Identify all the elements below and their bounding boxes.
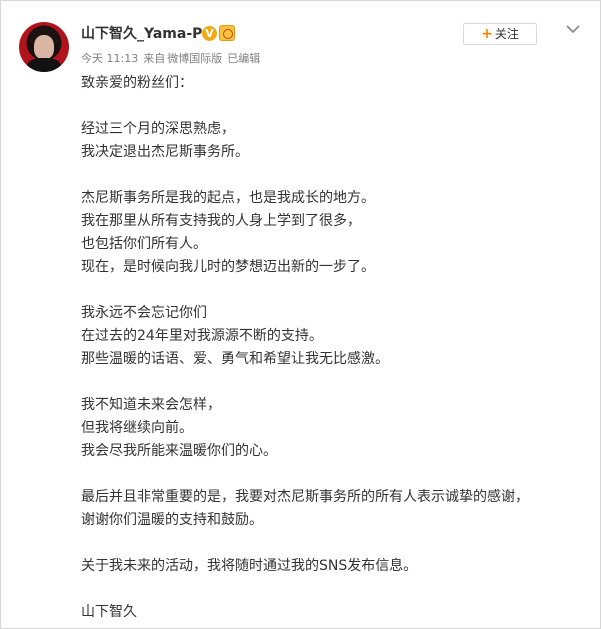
plus-icon: + <box>481 26 493 42</box>
post-line: 也包括你们所有人。 <box>81 236 207 252</box>
post-meta: 今天 11:13 来自 微博国际版 已编辑 <box>81 52 265 66</box>
post-line: 在过去的24年里对我源源不断的支持。 <box>81 328 323 344</box>
avatar[interactable] <box>19 22 69 72</box>
post-line: 那些温暖的话语、爱、勇气和希望让我无比感激。 <box>81 351 389 367</box>
username[interactable]: 山下智久_Yama-P <box>81 25 202 43</box>
post-signature: 山下智久 <box>81 604 137 620</box>
post-line: 我在那里从所有支持我的人身上学到了很多， <box>81 213 361 229</box>
post-body: 致亲爱的粉丝们： 经过三个月的深思熟虑， 我决定退出杰尼斯事务所。 杰尼斯事务所… <box>81 72 581 624</box>
post-line: 我决定退出杰尼斯事务所。 <box>81 144 249 160</box>
avatar-face <box>34 35 54 59</box>
post-line: 最后并且非常重要的是，我要对杰尼斯事务所的所有人表示诚挚的感谢， <box>81 489 529 505</box>
avatar-body <box>27 58 61 72</box>
post-time[interactable]: 今天 11:13 <box>81 52 138 65</box>
verified-icon[interactable]: V <box>202 26 217 41</box>
post-line: 谢谢你们温暖的支持和鼓励。 <box>81 512 263 528</box>
post-line: 杰尼斯事务所是我的起点，也是我成长的地方。 <box>81 190 375 206</box>
post-line: 但我将继续向前。 <box>81 420 193 436</box>
post-line: 关于我未来的活动，我将随时通过我的SNS发布信息。 <box>81 558 418 574</box>
post-line: 我会尽我所能来温暖你们的心。 <box>81 443 277 459</box>
source-prefix: 来自 <box>143 52 166 65</box>
post-greeting: 致亲爱的粉丝们： <box>81 75 193 91</box>
follow-label: 关注 <box>494 27 519 41</box>
post-line: 现在，是时候向我儿时的梦想迈出新的一步了。 <box>81 259 375 275</box>
weibo-post-card: 山下智久_Yama-P V 今天 11:13 来自 微博国际版 已编辑 + 关注 致亲爱… <box>0 0 601 629</box>
follow-button[interactable]: + 关注 <box>463 23 537 45</box>
post-source[interactable]: 微博国际版 <box>167 52 222 65</box>
member-badge-icon[interactable] <box>219 25 235 41</box>
post-line: 我不知道未来会怎样， <box>81 397 221 413</box>
chevron-down-icon[interactable] <box>566 22 580 36</box>
edited-label[interactable]: 已编辑 <box>227 52 260 65</box>
post-line: 经过三个月的深思熟虑， <box>81 121 235 137</box>
post-line: 我永远不会忘记你们 <box>81 305 207 321</box>
